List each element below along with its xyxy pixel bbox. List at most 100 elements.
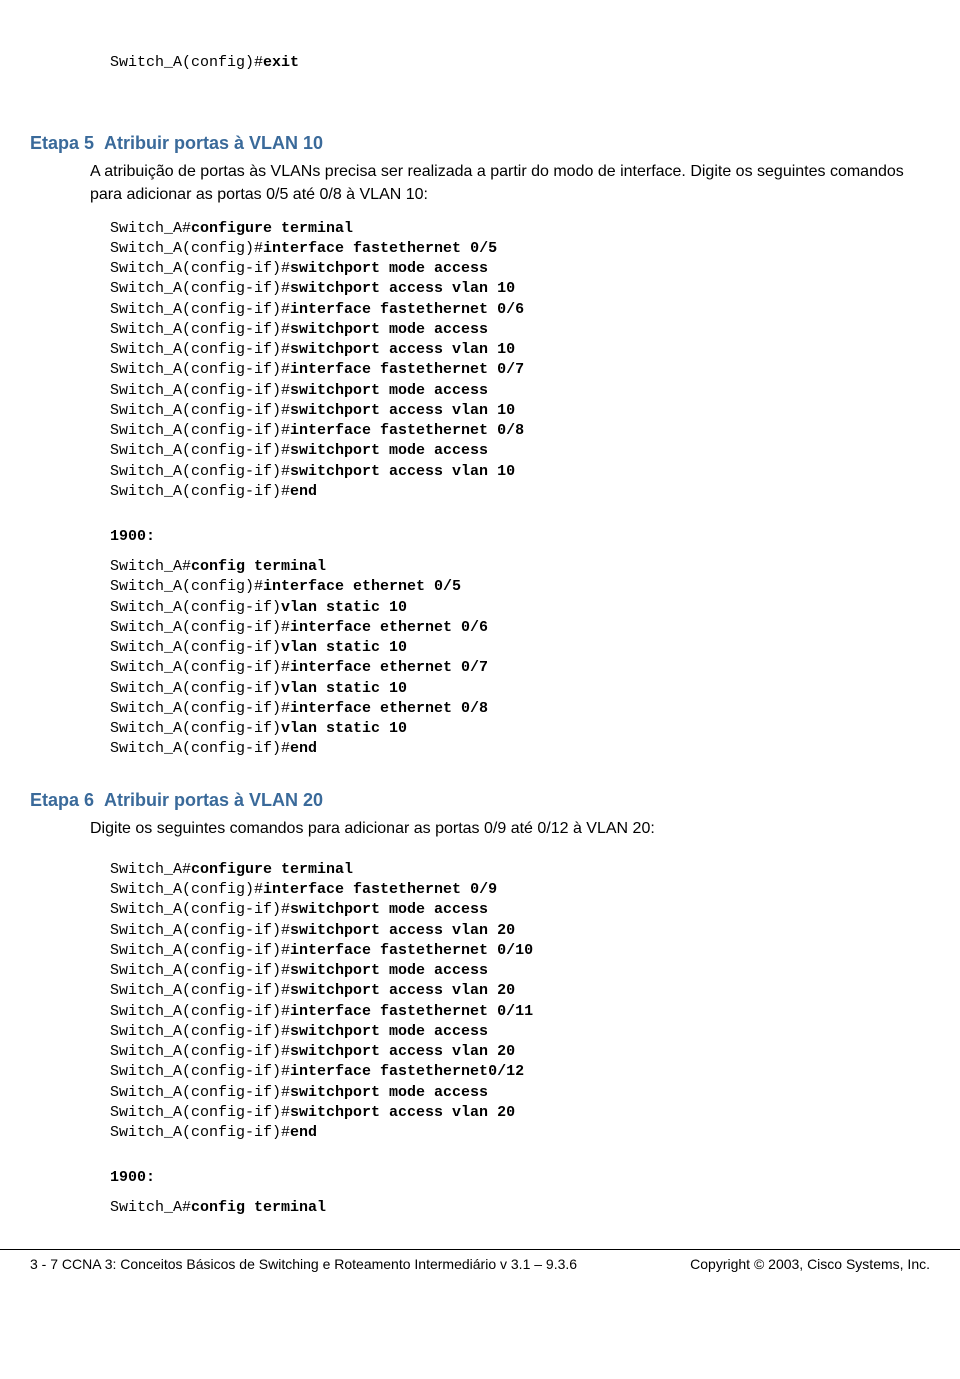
command: interface fastethernet0/12 <box>290 1063 524 1080</box>
command-line: Switch_A(config-if)#switchport mode acce… <box>110 1022 930 1042</box>
page-footer: 3 - 7 CCNA 3: Conceitos Básicos de Switc… <box>0 1249 960 1286</box>
prompt: Switch_A(config-if)# <box>110 1043 290 1060</box>
prompt: Switch_A(config-if)# <box>110 361 290 378</box>
prompt: Switch_A(config-if)# <box>110 1023 290 1040</box>
prompt: Switch_A(config-if)# <box>110 922 290 939</box>
command: switchport access vlan 20 <box>290 922 515 939</box>
command: exit <box>263 54 299 71</box>
etapa5-label: Etapa 5 <box>30 133 94 154</box>
command: switchport mode access <box>290 1084 488 1101</box>
command-line: Switch_A(config-if)#switchport access vl… <box>110 279 930 299</box>
prompt: Switch_A(config-if)# <box>110 659 290 676</box>
command-line: Switch_A#config terminal <box>110 1198 930 1218</box>
command: configure terminal <box>191 861 353 878</box>
command-line: Switch_A(config-if)#interface fastethern… <box>110 1002 930 1022</box>
etapa6-heading: Etapa 6 Atribuir portas à VLAN 20 <box>30 790 930 811</box>
command-line: Switch_A(config-if)#end <box>110 739 930 759</box>
command: interface fastethernet 0/6 <box>290 301 524 318</box>
command: switchport mode access <box>290 382 488 399</box>
command-line: Switch_A(config-if)#switchport access vl… <box>110 1042 930 1062</box>
top-command-block: Switch_A(config)#exit <box>30 12 930 113</box>
footer-right: Copyright © 2003, Cisco Systems, Inc. <box>690 1256 930 1272</box>
prompt: Switch_A(config-if)# <box>110 619 290 636</box>
command-line: Switch_A(config-if)#switchport mode acce… <box>110 1083 930 1103</box>
command: switchport access vlan 10 <box>290 280 515 297</box>
prompt: Switch_A(config-if) <box>110 599 281 616</box>
prompt: Switch_A(config-if)# <box>110 483 290 500</box>
prompt: Switch_A(config-if)# <box>110 422 290 439</box>
command: switchport mode access <box>290 442 488 459</box>
prompt: Switch_A(config-if)# <box>110 700 290 717</box>
etapa5-paragraph: A atribuição de portas às VLANs precisa … <box>30 160 930 206</box>
command: switchport mode access <box>290 1023 488 1040</box>
command-line: Switch_A(config-if)#switchport mode acce… <box>110 381 930 401</box>
command-line: Switch_A(config-if)vlan static 10 <box>110 719 930 739</box>
etapa5-sub-command-block: Switch_A#config terminalSwitch_A(config)… <box>30 557 930 760</box>
command-line: Switch_A(config-if)#switchport mode acce… <box>110 259 930 279</box>
prompt: Switch_A(config)# <box>110 881 263 898</box>
command-line: Switch_A(config-if)#switchport access vl… <box>110 401 930 421</box>
command-line: Switch_A(config-if)#interface fastethern… <box>110 421 930 441</box>
prompt: Switch_A(config-if) <box>110 680 281 697</box>
prompt: Switch_A# <box>110 1199 191 1216</box>
command-line: Switch_A(config)#exit <box>110 53 930 73</box>
command-line: Switch_A#config terminal <box>110 557 930 577</box>
command-line: Switch_A(config-if)vlan static 10 <box>110 679 930 699</box>
command: switchport mode access <box>290 901 488 918</box>
prompt: Switch_A(config-if)# <box>110 962 290 979</box>
prompt: Switch_A(config-if) <box>110 639 281 656</box>
command-line: Switch_A(config)#interface fastethernet … <box>110 239 930 259</box>
prompt: Switch_A(config-if)# <box>110 740 290 757</box>
command-line: Switch_A(config)#interface ethernet 0/5 <box>110 577 930 597</box>
command: vlan static 10 <box>281 599 407 616</box>
prompt: Switch_A(config-if)# <box>110 260 290 277</box>
command: interface fastethernet 0/11 <box>290 1003 533 1020</box>
command-line: Switch_A(config)#interface fastethernet … <box>110 880 930 900</box>
prompt: Switch_A(config)# <box>110 578 263 595</box>
prompt: Switch_A(config-if)# <box>110 402 290 419</box>
command-line: Switch_A(config-if)#switchport mode acce… <box>110 441 930 461</box>
command: vlan static 10 <box>281 680 407 697</box>
prompt: Switch_A# <box>110 220 191 237</box>
command: config terminal <box>191 558 326 575</box>
etapa5-sublabel: 1900: <box>30 528 930 545</box>
footer-left: 3 - 7 CCNA 3: Conceitos Básicos de Switc… <box>30 1256 577 1272</box>
command: interface fastethernet 0/9 <box>263 881 497 898</box>
command: interface ethernet 0/7 <box>290 659 488 676</box>
etapa6-title: Atribuir portas à VLAN 20 <box>104 790 323 810</box>
command-line: Switch_A(config-if)#switchport access vl… <box>110 340 930 360</box>
command: interface fastethernet 0/8 <box>290 422 524 439</box>
prompt: Switch_A# <box>110 861 191 878</box>
prompt: Switch_A(config-if)# <box>110 341 290 358</box>
command-line: Switch_A(config-if)#interface ethernet 0… <box>110 658 930 678</box>
command: interface ethernet 0/5 <box>263 578 461 595</box>
command: switchport access vlan 10 <box>290 463 515 480</box>
etapa5-heading: Etapa 5Atribuir portas à VLAN 10 <box>30 133 930 154</box>
prompt: Switch_A(config-if)# <box>110 463 290 480</box>
prompt: Switch_A(config-if)# <box>110 442 290 459</box>
command: switchport access vlan 20 <box>290 1043 515 1060</box>
command: switchport access vlan 10 <box>290 341 515 358</box>
prompt: Switch_A(config)# <box>110 240 263 257</box>
etapa6-label: Etapa 6 <box>30 790 94 811</box>
command-line: Switch_A#configure terminal <box>110 219 930 239</box>
command: interface fastethernet 0/10 <box>290 942 533 959</box>
command-line: Switch_A(config-if)#switchport access vl… <box>110 1103 930 1123</box>
command-line: Switch_A(config-if)#switchport mode acce… <box>110 961 930 981</box>
command: end <box>290 483 317 500</box>
etapa6-sublabel: 1900: <box>30 1169 930 1186</box>
prompt: Switch_A(config-if)# <box>110 1104 290 1121</box>
prompt: Switch_A(config-if)# <box>110 942 290 959</box>
etapa6-paragraph: Digite os seguintes comandos para adicio… <box>30 817 930 840</box>
command: switchport access vlan 20 <box>290 982 515 999</box>
command: interface ethernet 0/6 <box>290 619 488 636</box>
command: config terminal <box>191 1199 326 1216</box>
etapa6-sub-command-block: Switch_A#config terminal <box>30 1198 930 1218</box>
prompt: Switch_A(config-if)# <box>110 301 290 318</box>
command: interface fastethernet 0/5 <box>263 240 497 257</box>
command: switchport mode access <box>290 962 488 979</box>
command: configure terminal <box>191 220 353 237</box>
prompt: Switch_A(config-if)# <box>110 1124 290 1141</box>
command: end <box>290 740 317 757</box>
command-line: Switch_A(config-if)#switchport access vl… <box>110 462 930 482</box>
